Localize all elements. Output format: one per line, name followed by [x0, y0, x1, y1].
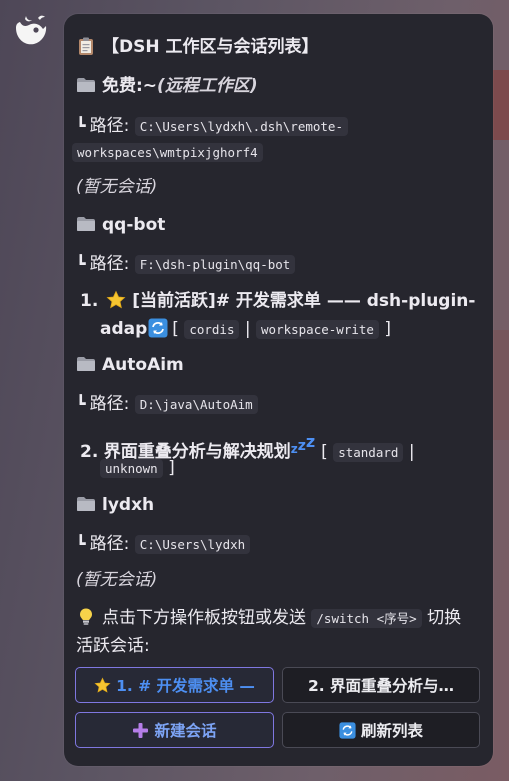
workspace-header: 免费:~(远程工作区): [76, 73, 485, 100]
path-label: 路径:: [89, 254, 130, 274]
sleeping-zzz-icon: zzz: [290, 432, 316, 456]
card-title-row: 【DSH 工作区与会话列表】: [76, 34, 485, 61]
star-icon: [106, 290, 126, 310]
refresh-list-button[interactable]: 刷新列表: [282, 712, 480, 748]
session-item-continued: adap [ cordis | workspace-write ]: [100, 318, 391, 339]
workspace-name: lydxh: [102, 495, 155, 515]
workspace-suffix: (远程工作区): [157, 76, 258, 96]
workspace-name: AutoAim: [102, 355, 184, 375]
workspace-list-card: 【DSH 工作区与会话列表】 免费:~(远程工作区) ┗ 路径: C:\Users…: [64, 14, 493, 766]
tree-branch-icon: ┗: [76, 116, 86, 135]
path-label: 路径:: [89, 394, 130, 414]
refresh-list-button-label: 刷新列表: [360, 722, 423, 740]
folder-icon: [76, 75, 96, 95]
folder-icon: [76, 354, 96, 374]
tree-branch-icon: ┗: [76, 534, 86, 553]
session-1-button-label: 1. # 开发需求单 —: [116, 677, 255, 695]
folder-icon: [76, 214, 96, 234]
session-tag: cordis: [184, 320, 240, 339]
new-session-button[interactable]: 新建会话: [75, 712, 274, 748]
whale-bot-icon[interactable]: [10, 10, 52, 52]
workspace-path-row: ┗ 路径: C:\Users\lydxh\.dsh\remote-: [76, 112, 485, 140]
empty-session-note: (暂无会话): [76, 177, 158, 197]
star-icon: [94, 676, 111, 694]
session-item: 1. [当前活跃]# 开发需求单 —— dsh-plugin-: [80, 288, 485, 315]
workspace-header: lydxh: [76, 492, 485, 519]
path-label: 路径:: [89, 116, 130, 136]
session-1-button[interactable]: 1. # 开发需求单 —: [75, 667, 274, 703]
session-2-button[interactable]: 2. 界面重叠分析与…: [282, 667, 480, 703]
workspace-header: qq-bot: [76, 212, 485, 239]
empty-session-note: (暂无会话): [76, 570, 158, 590]
folder-icon: [76, 494, 96, 514]
workspace-path-row: ┗ 路径: F:\dsh-plugin\qq-bot: [76, 250, 485, 278]
session-number: 1.: [80, 291, 99, 311]
card-title: 【DSH 工作区与会话列表】: [102, 37, 319, 57]
session-tag: workspace-write: [256, 320, 379, 339]
tree-branch-icon: ┗: [76, 254, 86, 273]
workspace-path-row-continued: workspaces\wmtpixjghorf4: [72, 139, 485, 166]
session-tag: unknown: [100, 459, 163, 478]
session-title: [当前活跃]# 开发需求单 —— dsh-plugin-: [132, 291, 476, 311]
clipboard-icon: [76, 36, 96, 56]
workspace-header: AutoAim: [76, 352, 485, 379]
new-session-button-label: 新建会话: [154, 722, 217, 740]
hint-row: 点击下方操作板按钮或发送 /switch <序号> 切换: [76, 605, 485, 632]
hint-text-after: 切换: [427, 608, 462, 628]
hint-text: 点击下方操作板按钮或发送: [102, 608, 306, 628]
workspace-path: C:\Users\lydxh\.dsh\remote-: [134, 117, 348, 136]
workspace-name: 免费:~: [102, 76, 158, 96]
workspace-path: F:\dsh-plugin\qq-bot: [134, 255, 296, 274]
lightbulb-icon: [76, 607, 96, 627]
session-2-button-label: 2. 界面重叠分析与…: [307, 677, 455, 695]
workspace-path-row: ┗ 路径: D:\java\AutoAim: [76, 390, 485, 418]
session-item-continued: unknown ]: [100, 455, 485, 482]
workspace-path: D:\java\AutoAim: [134, 395, 258, 414]
hint-command: /switch <序号>: [311, 609, 422, 628]
session-title-continued: adap: [100, 319, 148, 339]
workspace-path-row: ┗ 路径: C:\Users\lydxh: [76, 530, 485, 558]
refresh-icon: [339, 721, 356, 739]
plus-icon: [132, 722, 149, 739]
refresh-icon: [148, 318, 168, 338]
workspace-name: qq-bot: [102, 215, 166, 235]
workspace-path: C:\Users\lydxh: [134, 535, 251, 554]
tree-branch-icon: ┗: [76, 394, 86, 413]
session-number: 2.: [80, 442, 99, 462]
workspace-path-continued: workspaces\wmtpixjghorf4: [72, 143, 263, 162]
path-label: 路径:: [89, 534, 130, 554]
hint-row-continued: 活跃会话:: [76, 636, 150, 656]
